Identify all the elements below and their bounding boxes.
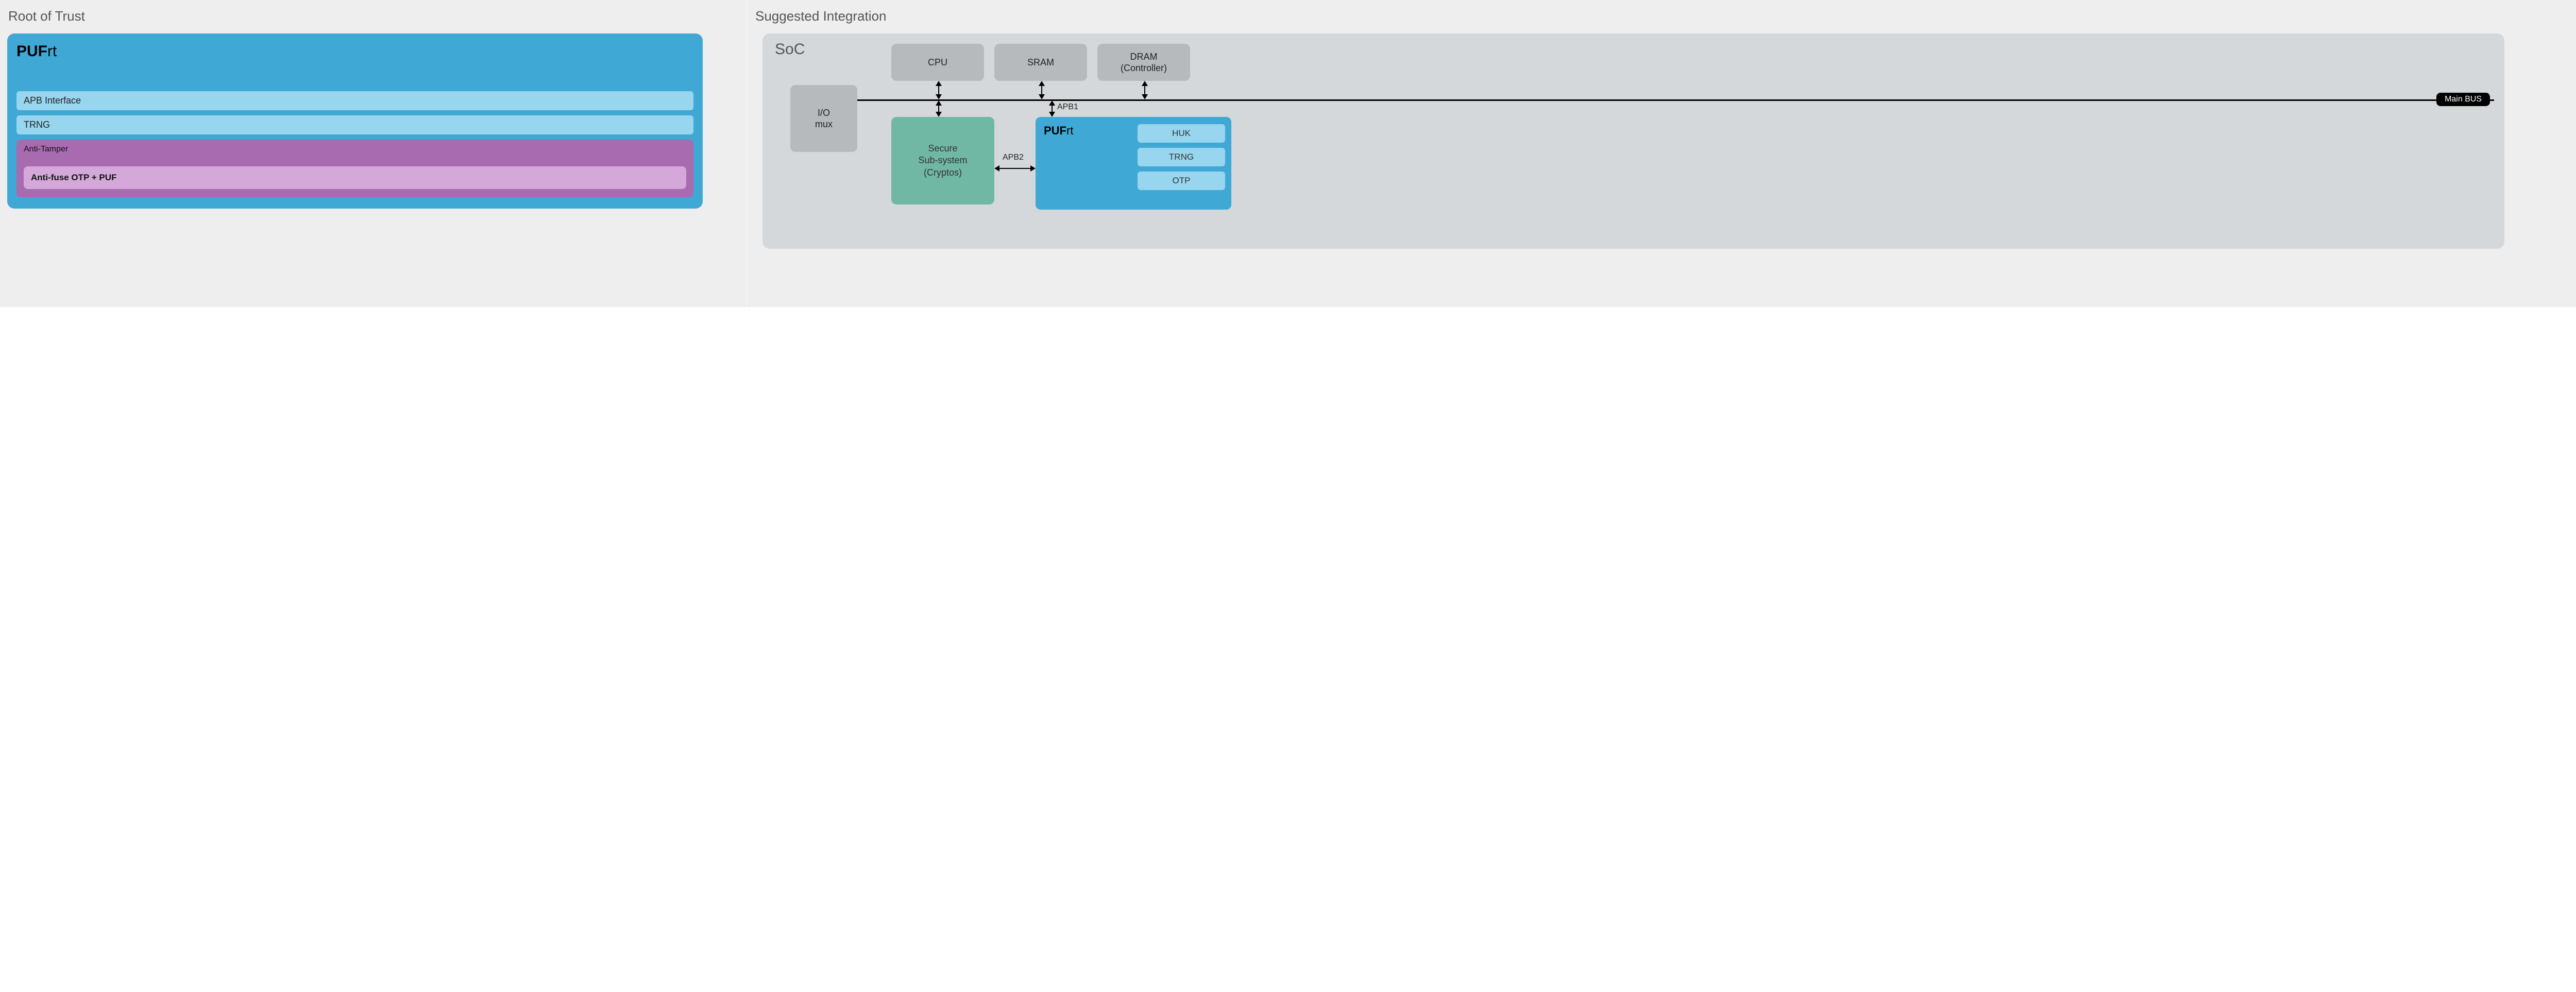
pufrt-mini-stack: HUK TRNG OTP [1138,124,1225,195]
pufrt-bold: PUF [16,43,47,60]
arrow-cpu-bus-icon [936,81,942,99]
slot-anti-tamper: Anti-Tamper Anti-fuse OTP + PUF [16,140,693,197]
arrow-dram-bus-icon [1142,81,1148,99]
arrow-bus-pufrt-icon [1049,100,1055,117]
slot-apb-interface: APB Interface [16,91,693,110]
pufrt-soc-bold: PUF [1044,124,1066,137]
mini-otp: OTP [1138,172,1225,190]
panel-suggested-integration: Suggested Integration SoC I/O mux CPU SR… [747,0,2576,307]
slot-antifuse-otp-puf: Anti-fuse OTP + PUF [24,166,686,189]
pufrt-card-title: PUFrt [16,43,693,60]
block-pufrt-soc: PUFrt HUK TRNG OTP [1036,117,1231,210]
main-bus-line [857,99,2494,101]
block-sram: SRAM [994,44,1087,81]
panel-right-title: Suggested Integration [755,8,2569,24]
block-dram: DRAM (Controller) [1097,44,1190,81]
label-apb1: APB1 [1057,102,1078,112]
mini-huk: HUK [1138,124,1225,143]
arrow-sram-bus-icon [1039,81,1045,99]
arrow-apb2-icon [994,165,1036,172]
arrow-bus-secure-icon [936,100,942,117]
panel-root-of-trust: Root of Trust PUFrt APB Interface TRNG A… [0,0,747,307]
soc-block: SoC I/O mux CPU SRAM DRAM (Controller) M… [762,33,2504,249]
main-bus-badge: Main BUS [2436,93,2490,106]
slot-trng: TRNG [16,115,693,134]
block-cpu: CPU [891,44,984,81]
mini-trng: TRNG [1138,148,1225,166]
pufrt-rest: rt [47,43,57,60]
label-apb2: APB2 [1003,153,1024,162]
block-io-mux: I/O mux [790,85,857,152]
pufrt-card: PUFrt APB Interface TRNG Anti-Tamper Ant… [7,33,703,209]
panel-left-title: Root of Trust [8,8,739,24]
diagram-root: Root of Trust PUFrt APB Interface TRNG A… [0,0,2576,307]
anti-tamper-label: Anti-Tamper [24,145,686,154]
soc-label: SoC [775,41,805,58]
block-secure-subsystem: Secure Sub-system (Cryptos) [891,117,994,204]
pufrt-soc-rest: rt [1066,124,1073,137]
